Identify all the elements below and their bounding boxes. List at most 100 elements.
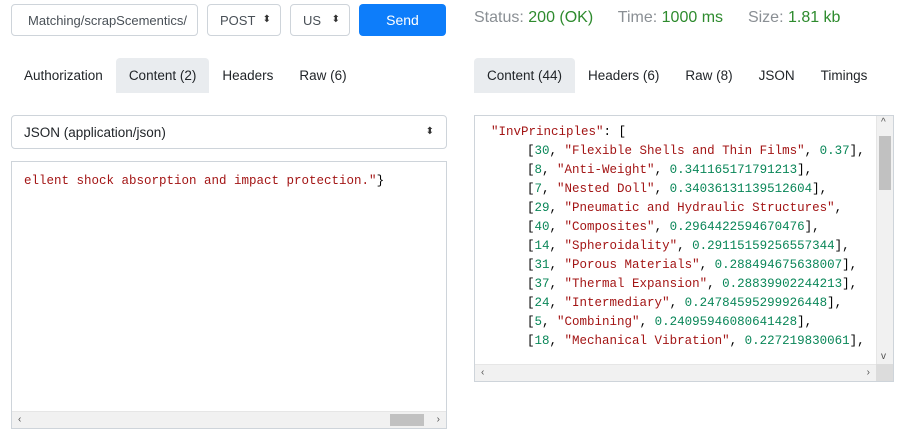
json-punctuation: ], (804, 220, 820, 234)
json-punctuation: ], (812, 182, 828, 196)
horizontal-scrollbar[interactable]: ‹ › (475, 364, 876, 381)
status-value: 200 (OK) (528, 9, 594, 26)
tab-response-content[interactable]: Content (44) (474, 58, 576, 93)
url-input[interactable] (11, 4, 198, 36)
json-punctuation: , (542, 182, 558, 196)
json-row-name: "Nested Doll" (557, 182, 655, 196)
json-punctuation: [ (527, 334, 535, 348)
json-punctuation: [ (527, 220, 535, 234)
json-row-score: 0.37 (819, 144, 850, 158)
request-tabs: Authorization Content (2) Headers Raw (6… (11, 58, 360, 93)
json-row-name: "Anti-Weight" (557, 163, 655, 177)
vertical-scrollbar[interactable]: ^ v (876, 116, 893, 364)
response-tabs: Content (44) Headers (6) Raw (8) JSON Ti… (474, 58, 880, 93)
horizontal-scrollbar[interactable]: ‹ › (12, 411, 446, 428)
json-punctuation: , (639, 315, 655, 329)
json-key-line: "InvPrinciples": [ (491, 123, 626, 142)
json-row-id: 37 (534, 277, 550, 291)
request-body-brace: } (376, 174, 385, 188)
method-select[interactable]: POST ⬍ (207, 4, 281, 36)
tab-response-raw[interactable]: Raw (8) (672, 58, 745, 93)
size-label: Size: (747, 9, 784, 26)
request-body-editor[interactable]: ellent shock absorption and impact prote… (11, 161, 447, 429)
json-key: "InvPrinciples" (491, 125, 604, 139)
json-row-id: 18 (534, 334, 550, 348)
json-punctuation: ], (834, 239, 850, 253)
tab-content[interactable]: Content (2) (115, 58, 210, 93)
json-row-name: "Porous Materials" (564, 258, 700, 272)
json-punctuation: ], (827, 296, 843, 310)
tab-headers[interactable]: Headers (209, 58, 286, 93)
json-punctuation: [ (527, 258, 535, 272)
json-row-id: 40 (534, 220, 550, 234)
tab-raw[interactable]: Raw (6) (286, 58, 359, 93)
json-row: [18, "Mechanical Vibration", 0.227219830… (527, 332, 865, 351)
response-json-viewer[interactable]: "InvPrinciples": [ [30, "Flexible Shells… (474, 115, 894, 382)
json-punctuation: ], (797, 163, 813, 177)
request-body-text: ellent shock absorption and impact prote… (24, 174, 384, 188)
time-label: Time: (617, 9, 658, 26)
json-row: [8, "Anti-Weight", 0.341165171791213], (527, 161, 812, 180)
json-punctuation: [ (527, 144, 535, 158)
json-row-id: 7 (534, 182, 543, 196)
json-punctuation: , (549, 277, 565, 291)
json-row: [29, "Pneumatic and Hydraulic Structures… (527, 199, 842, 218)
json-punctuation: , (707, 277, 723, 291)
json-punctuation: , (542, 163, 558, 177)
scroll-right-icon[interactable]: › (867, 368, 870, 378)
json-punctuation: ], (849, 144, 865, 158)
json-punctuation: , (804, 144, 820, 158)
scroll-thumb[interactable] (390, 414, 424, 426)
json-punctuation: , (669, 296, 685, 310)
method-value: POST (220, 12, 256, 28)
json-row-name: "Combining" (557, 315, 640, 329)
scrollbar-corner (876, 364, 893, 381)
tab-response-headers[interactable]: Headers (6) (575, 58, 672, 93)
json-punctuation: , (549, 239, 565, 253)
json-punctuation: ], (849, 334, 865, 348)
json-punctuation: , (834, 201, 843, 215)
send-button[interactable]: Send (359, 4, 446, 36)
json-punctuation: [ (527, 296, 535, 310)
tab-response-json[interactable]: JSON (746, 58, 808, 93)
response-status-line: Status: 200 (OK) Time: 1000 ms Size: 1.8… (474, 9, 840, 27)
json-row-name: "Pneumatic and Hydraulic Structures" (564, 201, 835, 215)
json-row-score: 0.28839902244213 (722, 277, 843, 291)
json-row-id: 29 (534, 201, 550, 215)
json-punctuation: ], (797, 315, 813, 329)
json-row: [37, "Thermal Expansion", 0.288399022442… (527, 275, 857, 294)
scroll-down-icon[interactable]: v (881, 352, 886, 362)
scroll-up-icon[interactable]: ^ (881, 118, 886, 128)
json-punctuation: [ (527, 201, 535, 215)
updown-icon: ⬍ (425, 126, 434, 137)
json-row-score: 0.24784595299926448 (684, 296, 828, 310)
size-value: 1.81 kb (787, 9, 841, 26)
json-punctuation: , (549, 296, 565, 310)
json-punctuation: [ (527, 182, 535, 196)
scroll-right-icon[interactable]: › (437, 415, 440, 425)
json-row: [30, "Flexible Shells and Thin Films", 0… (527, 142, 865, 161)
json-row-score: 0.288494675638007 (714, 258, 843, 272)
json-row-name: "Flexible Shells and Thin Films" (564, 144, 805, 158)
json-row-score: 0.341165171791213 (669, 163, 798, 177)
json-punctuation: , (654, 182, 670, 196)
region-select[interactable]: US ⬍ (290, 4, 350, 36)
json-punctuation: , (677, 239, 693, 253)
time-value: 1000 ms (661, 9, 724, 26)
status-label: Status: (474, 9, 524, 26)
json-punctuation: [ (527, 239, 535, 253)
request-body-string: ellent shock absorption and impact prote… (24, 174, 377, 188)
tab-authorization[interactable]: Authorization (11, 58, 116, 93)
json-row-id: 14 (534, 239, 550, 253)
scroll-left-icon[interactable]: ‹ (18, 415, 21, 425)
tab-response-timings[interactable]: Timings (808, 58, 881, 93)
scroll-thumb[interactable] (879, 136, 891, 190)
scroll-left-icon[interactable]: ‹ (481, 368, 484, 378)
json-row-score: 0.2964422594670476 (669, 220, 805, 234)
content-type-select[interactable]: JSON (application/json) ⬍ (11, 115, 447, 149)
json-row-id: 8 (534, 163, 543, 177)
updown-icon: ⬍ (331, 14, 340, 25)
json-punctuation: ], (842, 277, 858, 291)
json-row-name: "Composites" (564, 220, 655, 234)
json-row-score: 0.227219830061 (744, 334, 850, 348)
